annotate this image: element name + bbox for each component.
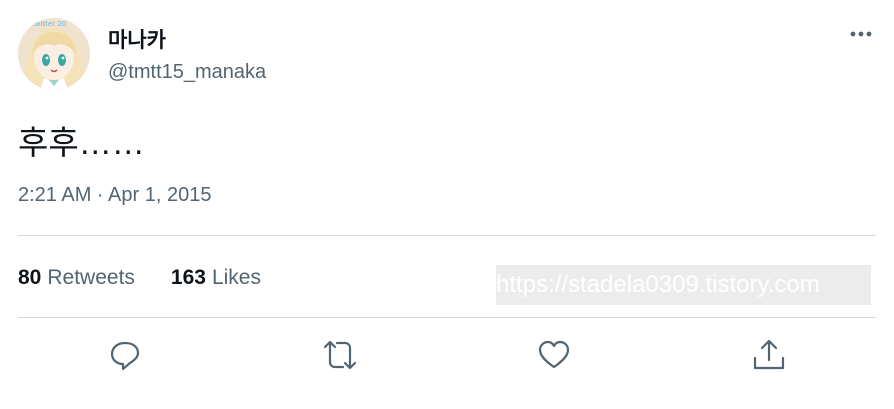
- display-name[interactable]: 마나카: [108, 24, 166, 54]
- retweet-button[interactable]: [323, 338, 357, 372]
- retweets-stat[interactable]: 80 Retweets: [18, 266, 135, 290]
- likes-label: Likes: [211, 266, 261, 289]
- share-icon: [753, 339, 785, 370]
- heart-icon: [538, 340, 570, 369]
- avatar[interactable]: twitter 20: [18, 18, 90, 90]
- reply-button[interactable]: [108, 338, 142, 372]
- tweet-timestamp[interactable]: 2:21 AM · Apr 1, 2015: [18, 184, 211, 207]
- likes-stat[interactable]: 163 Likes: [171, 266, 261, 290]
- divider-top: [18, 235, 876, 236]
- retweets-label: Retweets: [47, 266, 135, 289]
- engagement-stats: 80 Retweets 163 Likes: [18, 266, 261, 290]
- divider-bottom: [18, 317, 876, 318]
- like-button[interactable]: [537, 338, 571, 372]
- reply-icon: [110, 341, 140, 371]
- share-button[interactable]: [752, 338, 786, 372]
- tweet-text: 후후……: [18, 124, 145, 161]
- avatar-image: twitter 20: [18, 18, 90, 90]
- more-options-button[interactable]: [846, 24, 876, 44]
- user-handle[interactable]: @tmtt15_manaka: [108, 61, 266, 84]
- retweet-icon: [323, 340, 357, 370]
- watermark: https://stadela0309.tistory.com: [496, 265, 871, 305]
- retweets-count: 80: [18, 266, 42, 289]
- avatar-badge-text: twitter 20: [32, 20, 66, 28]
- more-horizontal-icon: [850, 31, 872, 37]
- likes-count: 163: [170, 266, 206, 289]
